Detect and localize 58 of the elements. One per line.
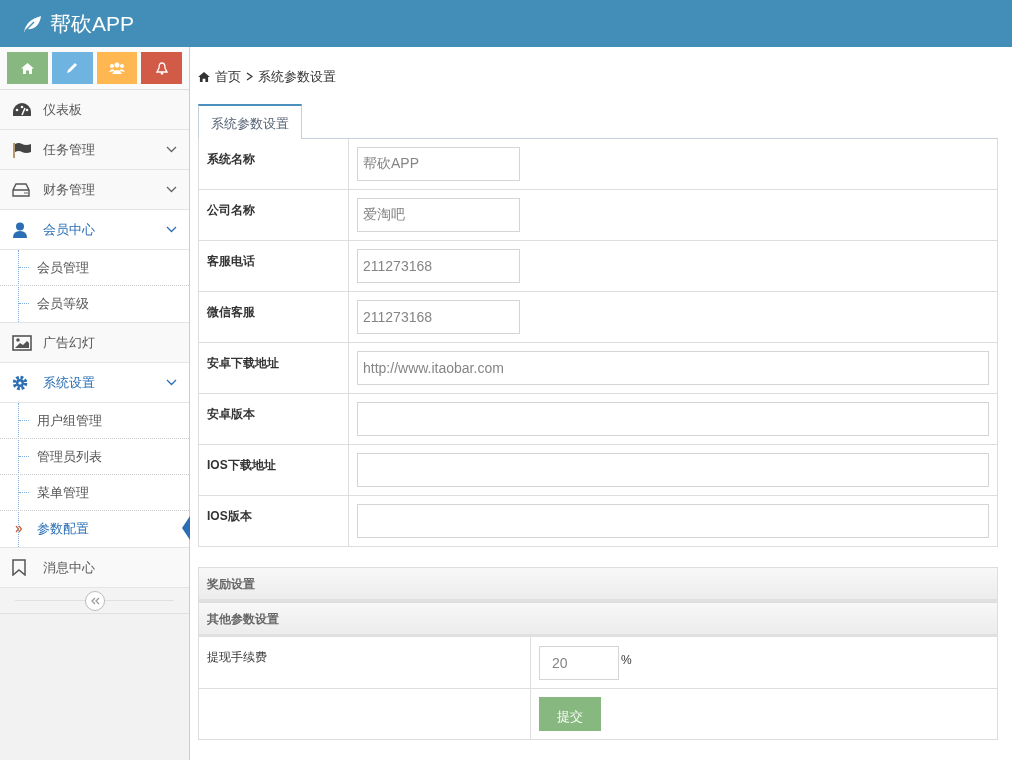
users-icon — [108, 62, 125, 74]
sidebar-submenu-item[interactable]: 会员等级 — [0, 286, 189, 322]
text-input-field[interactable]: 爱淘吧 — [357, 198, 520, 232]
sidebar-submenu-item[interactable]: 菜单管理 — [0, 475, 189, 511]
sidebar-menu-item[interactable]: 仪表板 — [0, 90, 189, 130]
field-label: IOS版本 — [207, 509, 252, 523]
text-input-field[interactable] — [357, 402, 989, 436]
breadcrumb-current: 系统参数设置 — [258, 67, 336, 86]
home-icon — [20, 62, 34, 74]
leaf-icon — [22, 14, 42, 33]
text-input-field[interactable]: 211273168 — [357, 249, 520, 283]
sidebar-menu-item[interactable]: 广告幻灯 — [0, 323, 189, 363]
bell-shortcut-button[interactable] — [141, 52, 182, 84]
drive-icon — [12, 182, 30, 197]
users-shortcut-button[interactable] — [96, 52, 138, 84]
text-input-field[interactable]: http://www.itaobar.com — [357, 351, 989, 385]
field-label: 安卓下载地址 — [207, 356, 279, 370]
text-input-field[interactable]: 211273168 — [357, 300, 520, 334]
field-label: 公司名称 — [207, 203, 255, 217]
sidebar-submenu-item[interactable]: 用户组管理 — [0, 403, 189, 439]
field-label: 提现手续费 — [207, 650, 267, 664]
breadcrumb-link[interactable]: 首页 — [215, 66, 241, 87]
percent-unit: % — [621, 651, 632, 669]
flag-icon — [12, 141, 32, 158]
field-label: 安卓版本 — [207, 407, 255, 421]
field-label: IOS下载地址 — [207, 458, 276, 472]
tab[interactable]: 系统参数设置 — [198, 104, 302, 139]
section-header: 奖励设置 — [198, 567, 998, 602]
double-chevron-right-icon — [15, 525, 23, 533]
bell-icon — [155, 61, 168, 75]
home-shortcut-button[interactable] — [7, 52, 48, 84]
gear-icon — [12, 374, 28, 391]
pencil-shortcut-button[interactable] — [51, 52, 93, 84]
dashboard-icon — [12, 101, 32, 118]
home-icon — [198, 71, 210, 82]
double-chevron-left-icon — [89, 596, 100, 605]
text-input-field[interactable]: 帮砍APP — [357, 147, 520, 181]
sidebar-submenu-item[interactable]: 管理员列表 — [0, 439, 189, 475]
field-label: 客服电话 — [207, 254, 255, 268]
pencil-icon — [66, 62, 79, 74]
sidebar-menu-item[interactable]: 任务管理 — [0, 130, 189, 170]
field-label: 系统名称 — [207, 152, 255, 166]
sidebar-menu-item[interactable]: 财务管理 — [0, 170, 189, 210]
section-header: 其他参数设置 — [198, 602, 998, 637]
bookmark-icon — [12, 559, 26, 576]
text-input-field[interactable] — [357, 453, 989, 487]
picture-icon — [12, 334, 32, 351]
app-title: 帮砍APP — [50, 10, 135, 37]
active-pointer-icon — [182, 516, 190, 540]
sidebar-submenu-item[interactable]: 参数配置 — [0, 511, 189, 547]
sidebar-submenu-item[interactable]: 会员管理 — [0, 250, 189, 286]
user-icon — [12, 221, 28, 238]
fee-input-field[interactable]: 20 — [539, 645, 619, 680]
field-label: 微信客服 — [207, 305, 255, 319]
collapse-sidebar-button[interactable] — [84, 590, 105, 611]
chevron-right-icon — [246, 72, 253, 81]
sidebar-menu-item[interactable]: 消息中心 — [0, 548, 189, 588]
text-input-field[interactable] — [357, 504, 989, 538]
